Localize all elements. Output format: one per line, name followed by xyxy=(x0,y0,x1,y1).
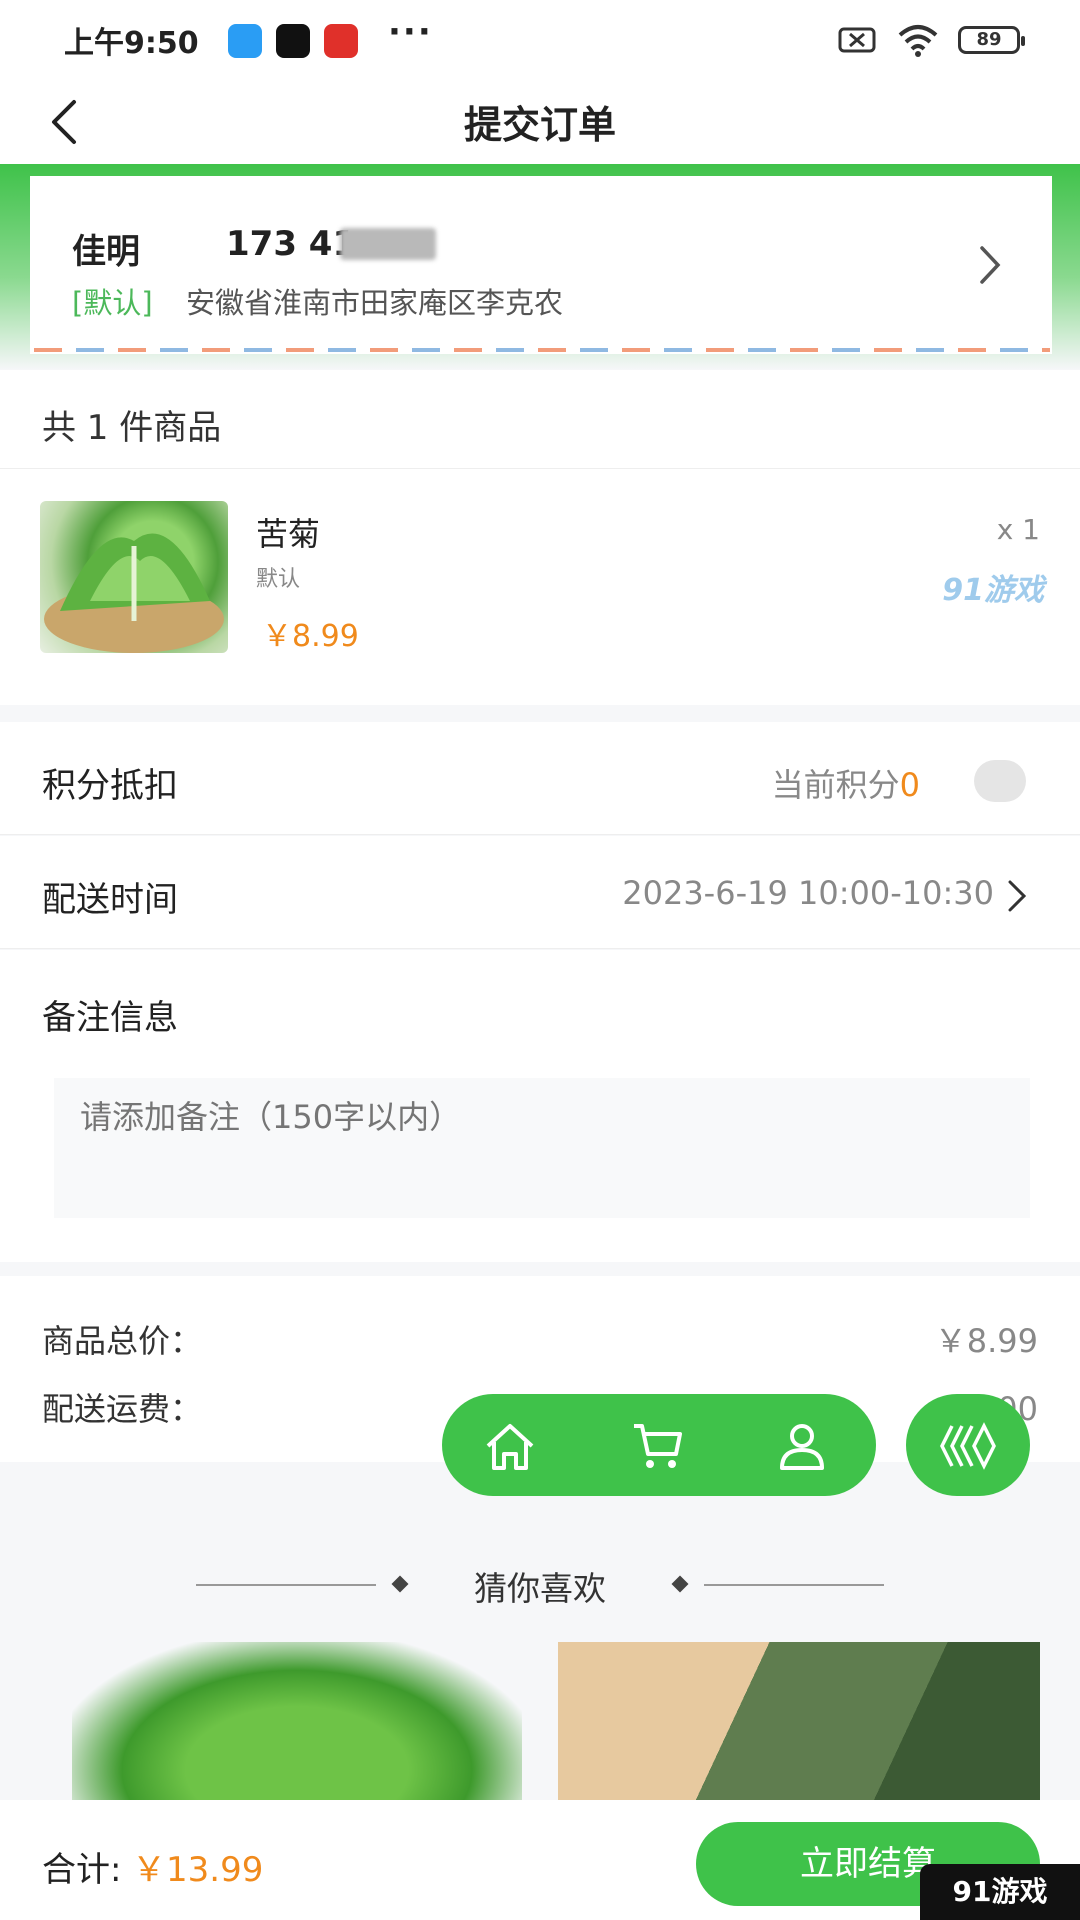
goods-name: 苦菊 xyxy=(256,515,321,553)
address-detail: 安徽省淮南市田家庵区李克农 xyxy=(186,286,564,320)
goods-total-value: ￥8.99 xyxy=(934,1322,1038,1360)
receiver-phone: 173 41 xyxy=(226,224,357,264)
goods-total-label: 商品总价： xyxy=(42,1322,203,1360)
goods-quantity: x 1 xyxy=(996,513,1040,546)
cart-icon[interactable] xyxy=(630,1418,686,1474)
user-icon[interactable] xyxy=(774,1418,830,1474)
points-toggle[interactable] xyxy=(974,760,1026,802)
chevron-right-icon xyxy=(980,246,1001,284)
delivery-time-row[interactable]: 配送时间 2023-6-19 10:00-10:30 xyxy=(0,836,1080,949)
status-right: 89 xyxy=(838,22,1025,58)
recommend-title: 猜你喜欢 xyxy=(474,1569,606,1608)
site-logo: 91游戏 xyxy=(920,1864,1080,1920)
goods-header: 共 1 件商品 xyxy=(0,370,1080,469)
menu-toggle-button[interactable] xyxy=(906,1394,1030,1496)
recommend-item-image[interactable] xyxy=(558,1642,1040,1802)
delivery-time-value: 2023-6-19 10:00-10:30 xyxy=(622,874,994,912)
status-bar: 上午9:50 ··· 89 xyxy=(0,0,1080,80)
watermark-logo: 91游戏 xyxy=(942,573,1044,608)
goods-price: ￥8.99 xyxy=(262,619,359,654)
goods-item[interactable]: 苦菊 默认 ￥8.99 x 1 91游戏 xyxy=(0,469,1080,705)
receiver-name: 佳明 xyxy=(72,232,140,272)
remark-input[interactable] xyxy=(54,1078,1030,1218)
goods-count: 共 1 件商品 xyxy=(42,408,222,448)
envelope-stripe xyxy=(34,348,1050,352)
chat-icon xyxy=(228,24,262,58)
more-notifications-icon: ··· xyxy=(388,12,433,52)
goods-spec: 默认 xyxy=(256,567,301,592)
remark-section: 备注信息 xyxy=(0,950,1080,1262)
endive-image xyxy=(44,533,224,653)
page-title: 提交订单 xyxy=(463,103,616,147)
battery-icon: 89 xyxy=(958,26,1025,54)
shipping-label: 配送运费： xyxy=(42,1390,203,1428)
status-time: 上午9:50 xyxy=(64,26,199,61)
tiktok-icon xyxy=(276,24,310,58)
points-label: 积分抵扣 xyxy=(42,766,178,806)
default-tag: [默认] xyxy=(72,286,153,320)
address-section: 佳明 173 41 [默认] 安徽省淮南市田家庵区李克农 xyxy=(0,164,1080,370)
current-points-label: 当前积分 xyxy=(771,766,900,804)
address-card[interactable]: 佳明 173 41 [默认] 安徽省淮南市田家庵区李克农 xyxy=(30,176,1052,354)
points-deduction-row: 积分抵扣 当前积分0 xyxy=(0,722,1080,835)
nav-bar: 提交订单 xyxy=(0,80,1080,164)
current-points: 当前积分0 xyxy=(772,760,920,806)
wifi-icon xyxy=(898,25,938,57)
divider-right xyxy=(704,1584,884,1586)
remark-label: 备注信息 xyxy=(42,998,178,1038)
home-icon[interactable] xyxy=(482,1418,538,1474)
phone-redaction xyxy=(340,228,436,260)
current-points-value: 0 xyxy=(899,766,920,804)
no-sim-icon xyxy=(838,27,876,53)
kandian-icon xyxy=(324,24,358,58)
delivery-label: 配送时间 xyxy=(42,880,178,920)
total-value: ￥13.99 xyxy=(132,1850,264,1890)
collapse-icon xyxy=(940,1422,996,1470)
recommend-item-image[interactable] xyxy=(72,1642,522,1802)
total-label: 合计: xyxy=(42,1850,122,1890)
bottom-bar: 合计: ￥13.99 立即结算 91游戏 xyxy=(0,1800,1080,1920)
floating-nav xyxy=(442,1394,876,1496)
goods-image xyxy=(40,501,228,653)
chevron-right-icon xyxy=(1008,880,1027,912)
